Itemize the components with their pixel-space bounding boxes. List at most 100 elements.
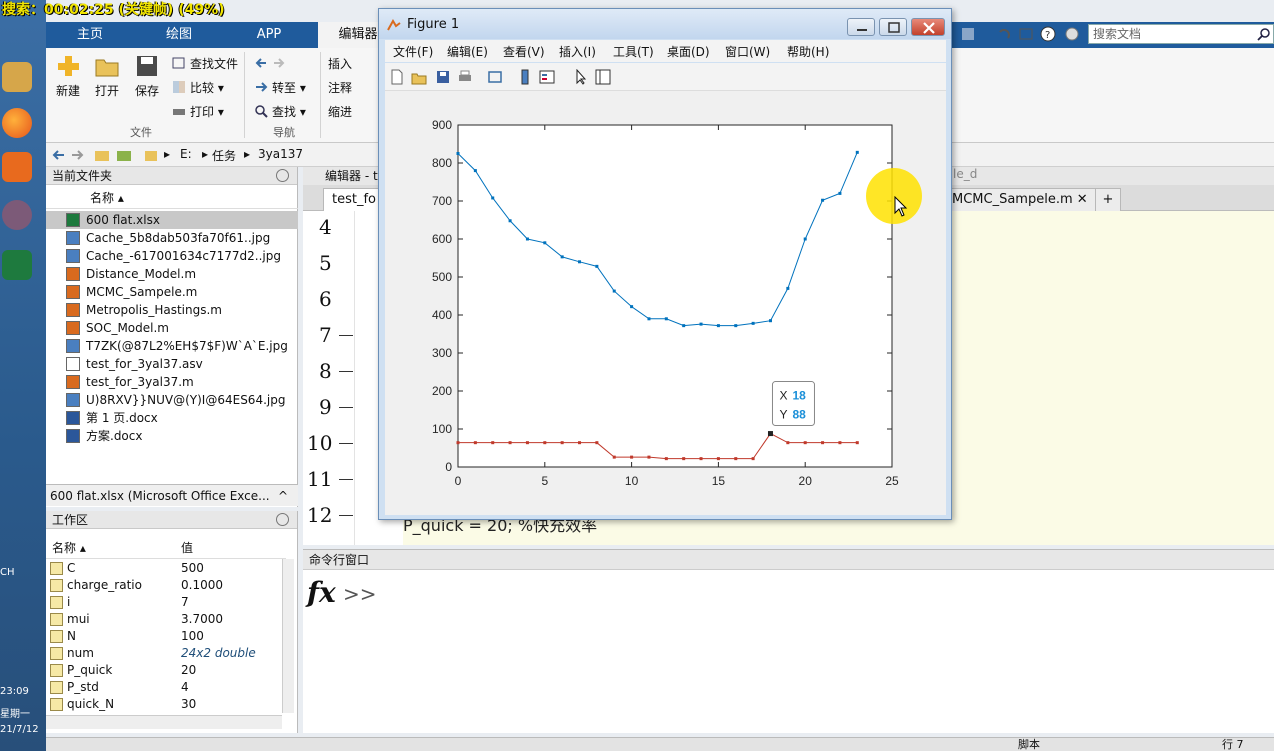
save-button[interactable]: 保存	[127, 54, 167, 99]
file-list-item[interactable]: Cache_-617001634c7177d2..jpg	[46, 247, 298, 265]
goto-button[interactable]: 转至 ▾	[254, 78, 306, 98]
figure-menu-item[interactable]: 桌面(D)	[667, 43, 710, 60]
user-avatar-icon[interactable]	[2, 200, 32, 230]
search-icon[interactable]	[1257, 27, 1271, 41]
tab-plots[interactable]: 绘图	[134, 22, 224, 48]
file-list-item[interactable]: T7ZK(@87L2%EH$7$F)W`A`E.jpg	[46, 337, 298, 355]
command-prompt[interactable]: >>	[343, 582, 377, 606]
new-button[interactable]: 新建	[48, 54, 88, 99]
workspace-scrollbar[interactable]	[282, 559, 294, 713]
figure-menu-item[interactable]: 窗口(W)	[725, 43, 770, 60]
figure-menu-item[interactable]: 查看(V)	[503, 43, 545, 60]
file-list-item[interactable]: U)8RXV}}NUV@(Y)I@64ES64.jpg	[46, 391, 298, 409]
crumb-folder[interactable]: 3ya137	[258, 147, 303, 161]
figure-menu-item[interactable]: 编辑(E)	[447, 43, 488, 60]
workspace-variable-row[interactable]: charge_ratio 0.1000	[46, 577, 282, 594]
open-button[interactable]: 打开	[87, 54, 127, 99]
panel-menu-icon[interactable]	[276, 513, 289, 526]
tab-home[interactable]: 主页	[46, 22, 134, 48]
figure-window[interactable]: Figure 1 文件(F) 编辑(E) 查看(V) 插入(I) 工具(T) 桌面(D) 窗…	[378, 8, 952, 520]
breakpoint-dash[interactable]	[339, 371, 353, 372]
workspace-variable-row[interactable]: quick_N 30	[46, 696, 282, 713]
file-list-item[interactable]: MCMC_Sampele.m	[46, 283, 298, 301]
file-list-item[interactable]: SOC_Model.m	[46, 319, 298, 337]
editor-tab-mcmc[interactable]: MCMC_Sampele.m ✕	[943, 188, 1097, 211]
print-button[interactable]: 打印 ▾	[172, 102, 224, 122]
crumb-task[interactable]: 任务	[212, 147, 236, 164]
maximize-button[interactable]	[879, 18, 907, 36]
workspace-variable-row[interactable]: C 500	[46, 560, 282, 577]
details-bar[interactable]: 600 flat.xlsx (Microsoft Office Exce... ^	[46, 484, 298, 506]
property-inspector-icon[interactable]	[595, 69, 611, 85]
back-forward-buttons[interactable]	[254, 54, 290, 74]
save-all-icon[interactable]	[960, 26, 976, 42]
print-figure-icon[interactable]	[457, 69, 473, 85]
file-list-item[interactable]: test_for_3yal37.asv	[46, 355, 298, 373]
breakpoint-dash[interactable]	[339, 335, 353, 336]
comment-button[interactable]: 注释	[328, 78, 352, 98]
file-list-item[interactable]: Cache_5b8dab503fa70f61..jpg	[46, 229, 298, 247]
matlab-icon[interactable]	[2, 152, 32, 182]
browse-folder-icon[interactable]	[116, 147, 132, 163]
switch-windows-icon[interactable]	[1018, 26, 1034, 42]
collapse-icon[interactable]: ^	[278, 485, 288, 507]
close-tab-icon[interactable]: ✕	[1077, 192, 1088, 207]
firefox-icon[interactable]	[2, 108, 32, 138]
close-button[interactable]	[911, 18, 945, 36]
file-list-item[interactable]: 方案.docx	[46, 427, 298, 445]
workspace-hscrollbar[interactable]	[46, 715, 282, 729]
workspace-variable-row[interactable]: N 100	[46, 628, 282, 645]
forward-icon[interactable]	[70, 147, 86, 163]
indent-button[interactable]: 缩进	[328, 102, 352, 122]
figure-menu-item[interactable]: 工具(T)	[613, 43, 654, 60]
breakpoint-dash[interactable]	[339, 407, 353, 408]
breakpoint-dash[interactable]	[339, 515, 353, 516]
find-button[interactable]: 查找 ▾	[254, 102, 306, 122]
file-list-item[interactable]: Distance_Model.m	[46, 265, 298, 283]
editor-tab-test[interactable]: test_fo	[323, 188, 385, 211]
search-docs-input[interactable]: 搜索文档	[1088, 24, 1274, 44]
link-plot-icon[interactable]	[487, 69, 503, 85]
file-list-item[interactable]: 600 flat.xlsx	[46, 211, 298, 229]
workspace-variable-row[interactable]: P_std 4	[46, 679, 282, 696]
line-chart[interactable]: 0 5 10 15 20 25 0 100 200 300 400 500 600 700 800 900 X 1…	[385, 91, 946, 515]
insert-button[interactable]: 插入	[328, 54, 352, 74]
back-icon[interactable]	[50, 147, 66, 163]
command-window[interactable]: 命令行窗口 fx >>	[303, 549, 1274, 733]
figure-menu-item[interactable]: 文件(F)	[393, 43, 433, 60]
file-list-item[interactable]: 第 1 页.docx	[46, 409, 298, 427]
open-file-icon[interactable]	[411, 69, 427, 85]
find-files-button[interactable]: 查找文件	[172, 54, 238, 74]
workspace-variable-row[interactable]: mui 3.7000	[46, 611, 282, 628]
colorbar-icon[interactable]	[517, 69, 533, 85]
chevron-down-icon[interactable]	[1064, 26, 1080, 42]
folder-app-icon[interactable]	[2, 62, 32, 92]
help-icon[interactable]: ?	[1040, 26, 1056, 42]
workspace-variable-row[interactable]: P_quick 20	[46, 662, 282, 679]
file-list-item[interactable]: test_for_3yal37.m	[46, 373, 298, 391]
crumb-drive[interactable]: E:	[180, 147, 192, 161]
figure-titlebar[interactable]: Figure 1	[379, 9, 951, 39]
edit-plot-arrow-icon[interactable]	[573, 69, 589, 85]
panel-menu-icon[interactable]	[276, 169, 289, 182]
breakpoint-dash[interactable]	[339, 443, 353, 444]
folder-column-header[interactable]: 名称 ▴	[46, 187, 298, 209]
workspace-variable-row[interactable]: num 24x2 double	[46, 645, 282, 662]
ws-col-name[interactable]: 名称 ▴	[52, 537, 86, 559]
figure-menu-item[interactable]: 帮助(H)	[787, 43, 829, 60]
new-figure-icon[interactable]	[389, 69, 405, 85]
legend-icon[interactable]	[539, 69, 555, 85]
new-tab-plus-icon[interactable]: +	[1095, 188, 1121, 211]
minimize-button[interactable]	[847, 18, 875, 36]
workspace-variable-row[interactable]: i7	[46, 594, 282, 611]
file-list-item[interactable]: Metropolis_Hastings.m	[46, 301, 298, 319]
excel-app-icon[interactable]	[2, 250, 32, 280]
compare-button[interactable]: 比较 ▾	[172, 78, 224, 98]
breakpoint-dash[interactable]	[339, 479, 353, 480]
fx-icon[interactable]: fx	[307, 576, 336, 609]
tab-apps[interactable]: APP	[224, 22, 314, 48]
figure-menu-item[interactable]: 插入(I)	[559, 43, 596, 60]
undo-icon[interactable]	[996, 26, 1012, 42]
save-figure-icon[interactable]	[435, 69, 451, 85]
ws-col-value[interactable]: 值	[181, 537, 193, 559]
